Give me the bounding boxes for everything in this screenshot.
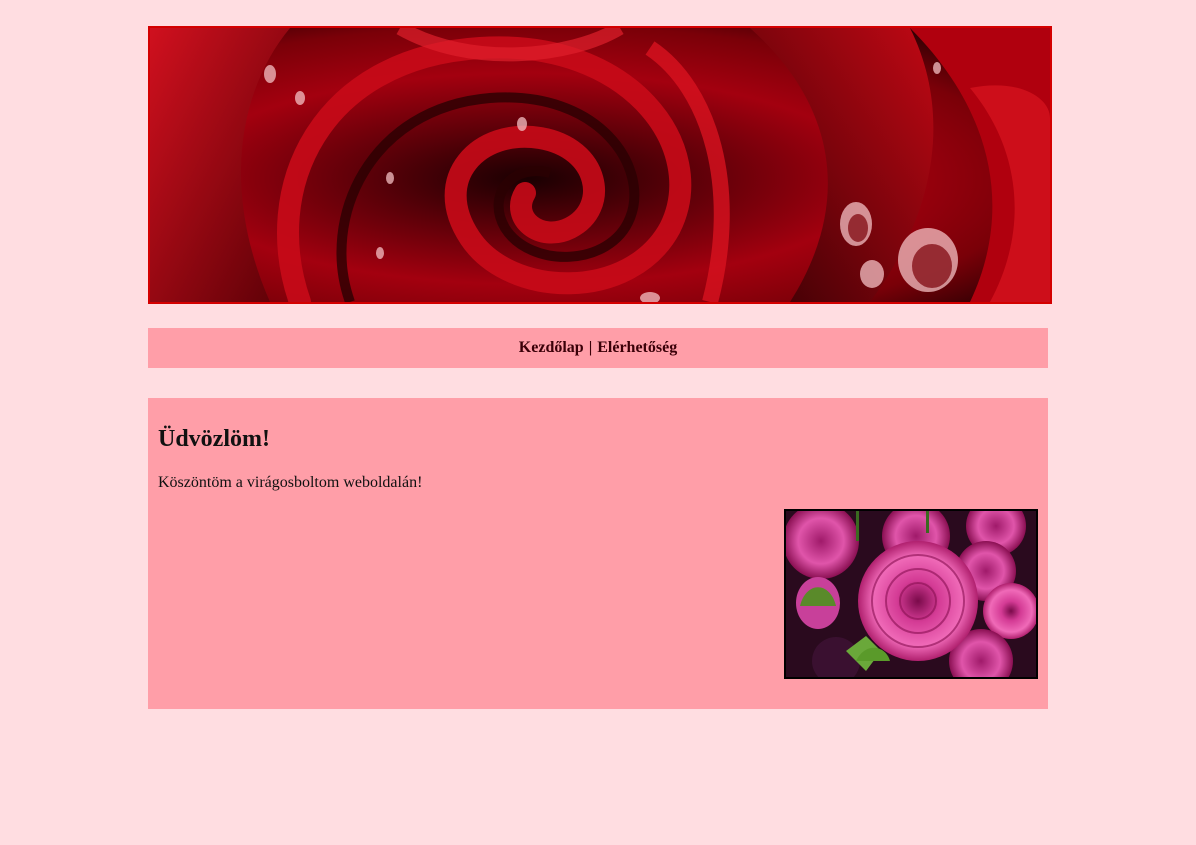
nav-separator: | [588,339,593,356]
main-navigation: Kezdőlap | Elérhetőség [148,328,1048,368]
rose-banner-image [148,26,1052,304]
dahlia-flowers-image [784,509,1038,679]
page: Kezdőlap | Elérhetőség Üdvözlöm! Köszönt… [0,0,1196,845]
main-content-panel: Üdvözlöm! Köszöntöm a virágosboltom webo… [148,398,1048,709]
nav-link-home[interactable]: Kezdőlap [519,339,584,357]
welcome-text: Köszöntöm a virágosboltom weboldalán! [158,474,423,491]
nav-link-contact[interactable]: Elérhetőség [597,339,677,357]
page-title: Üdvözlöm! [158,426,270,452]
